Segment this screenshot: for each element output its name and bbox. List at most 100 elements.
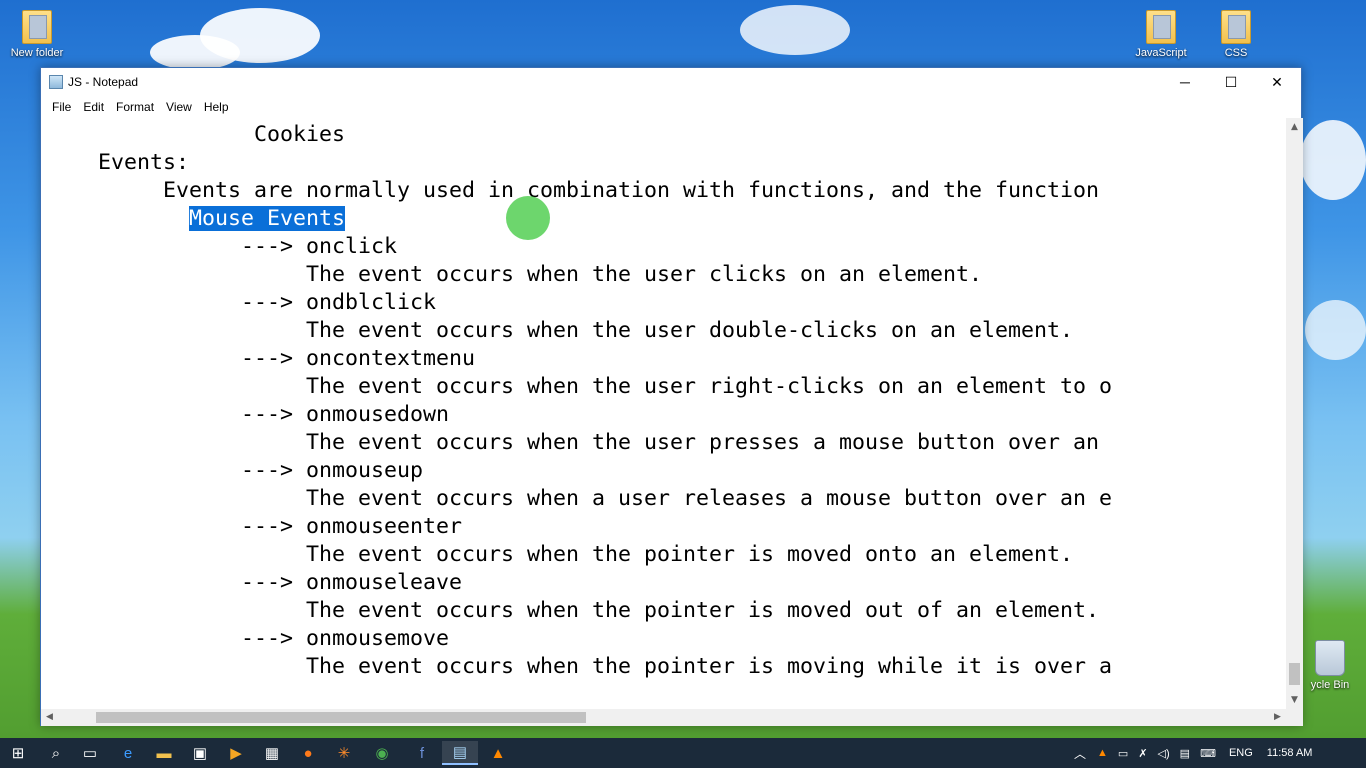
store-icon: ▣ [192, 745, 208, 762]
desktop-icon-recycle-bin[interactable]: ycle Bin [1300, 640, 1360, 691]
editor-line: ---> oncontextmenu [46, 346, 476, 371]
taskbar-app[interactable]: ✳ [326, 741, 362, 765]
menu-format[interactable]: Format [110, 100, 160, 114]
text-editor[interactable]: Cookies Events: Events are normally used… [41, 118, 1286, 709]
taskbar-notepad[interactable]: ▤ [442, 741, 478, 765]
show-hidden-icons-icon[interactable]: ︿ [1074, 745, 1086, 762]
editor-line: ---> onmouseup [46, 458, 424, 483]
edge-icon: e [123, 744, 133, 762]
minimize-button[interactable]: ─ [1162, 68, 1208, 96]
volume-icon[interactable]: ◁) [1158, 747, 1170, 760]
editor-line: The event occurs when the pointer is mov… [46, 654, 1113, 679]
editor-line: The event occurs when the pointer is mov… [46, 598, 1100, 623]
language-indicator[interactable]: ENG [1229, 747, 1253, 759]
horizontal-scroll-thumb[interactable] [96, 712, 586, 723]
taskbar-chrome[interactable]: ◉ [364, 741, 400, 765]
editor-line: Events are normally used in combination … [46, 178, 1100, 203]
folder-icon [1146, 10, 1176, 44]
folder-icon: ▬ [156, 744, 172, 762]
editor-line: Mouse Events [46, 205, 346, 233]
firefox-icon: ● [303, 744, 313, 762]
desktop-icon-label: ycle Bin [1310, 679, 1350, 691]
folder-icon [1221, 10, 1251, 44]
menu-view[interactable]: View [160, 100, 198, 114]
editor-line: The event occurs when the pointer is mov… [46, 542, 1074, 567]
taskbar-facebook[interactable]: f [404, 741, 440, 765]
close-button[interactable]: ✕ [1254, 68, 1300, 96]
editor-line: The event occurs when a user releases a … [46, 486, 1113, 511]
mouse-cursor-highlight [506, 196, 550, 240]
maximize-icon: ☐ [1224, 73, 1238, 90]
menu-help[interactable]: Help [198, 100, 235, 114]
editor-line: The event occurs when the user right-cli… [46, 374, 1113, 399]
editor-line: The event occurs when the user clicks on… [46, 262, 983, 287]
taskbar-file-explorer[interactable]: ▬ [146, 741, 182, 765]
window-title: JS - Notepad [68, 75, 139, 89]
minimize-icon: ─ [1180, 74, 1190, 90]
scroll-up-icon[interactable]: ▲ [1286, 122, 1303, 132]
desktop-icon-label: New folder [10, 47, 64, 59]
horizontal-scrollbar[interactable]: ◀ ▶ [41, 709, 1286, 726]
recycle-bin-icon [1315, 640, 1345, 676]
network-icon[interactable]: ✗ [1138, 747, 1147, 760]
desktop-icon-css[interactable]: CSS [1200, 10, 1272, 59]
notifications-icon[interactable]: ▤ [1180, 747, 1190, 760]
scroll-down-icon[interactable]: ▼ [1286, 695, 1303, 705]
editor-line: ---> onmouseenter [46, 514, 463, 539]
desktop-icon-new-folder[interactable]: New folder [1, 10, 73, 59]
vertical-scrollbar[interactable]: ▲ ▼ [1286, 118, 1303, 709]
taskbar: ⊞ ⌕ ▭ e ▬ ▣ ▶ ▦ ● ✳ ◉ f ▤ ▲ ︿ ▲ ▭ ✗ ◁) ▤… [0, 738, 1366, 768]
scroll-left-icon[interactable]: ◀ [41, 712, 58, 722]
editor-line: ---> onmousedown [46, 402, 450, 427]
search-icon: ⌕ [51, 744, 61, 762]
vertical-scroll-thumb[interactable] [1289, 663, 1300, 685]
vlc-tray-icon[interactable]: ▲ [1097, 747, 1108, 759]
taskbar-store[interactable]: ▣ [182, 741, 218, 765]
start-button[interactable]: ⊞ [0, 741, 36, 765]
close-icon: ✕ [1271, 73, 1283, 90]
taskbar-edge[interactable]: e [110, 741, 146, 765]
taskbar-media-player[interactable]: ▶ [218, 741, 254, 765]
desktop-icon-javascript[interactable]: JavaScript [1125, 10, 1197, 59]
clock[interactable]: 11:58 AM [1267, 747, 1313, 759]
vlc-icon: ▲ [490, 744, 506, 762]
windows-logo-icon: ⊞ [11, 745, 25, 762]
editor-line: Events: [46, 150, 190, 175]
menu-bar: File Edit Format View Help [41, 96, 1301, 118]
desktop-icon-label: CSS [1224, 47, 1248, 59]
search-button[interactable]: ⌕ [38, 741, 74, 765]
editor-line: The event occurs when the user presses a… [46, 430, 1100, 455]
system-tray: ︿ ▲ ▭ ✗ ◁) ▤ ⌨ ENG 11:58 AM [1068, 738, 1318, 768]
folder-icon [22, 10, 52, 44]
maximize-button[interactable]: ☐ [1208, 68, 1254, 96]
notepad-window: JS - Notepad ─ ☐ ✕ File Edit Format View… [40, 67, 1303, 726]
editor-line: ---> ondblclick [46, 290, 437, 315]
title-bar[interactable]: JS - Notepad ─ ☐ ✕ [41, 68, 1301, 96]
cloud-decoration [1305, 300, 1366, 360]
editor-line: Cookies [46, 122, 346, 147]
notepad-icon: ▤ [452, 744, 468, 761]
menu-file[interactable]: File [46, 100, 77, 114]
cloud-decoration [740, 5, 850, 55]
spark-icon: ✳ [337, 745, 351, 762]
battery-icon[interactable]: ▭ [1118, 747, 1128, 760]
keyboard-icon[interactable]: ⌨ [1200, 747, 1216, 760]
media-player-icon: ▶ [230, 745, 242, 762]
facebook-icon: f [419, 744, 425, 762]
editor-line: ---> onmousemove [46, 626, 450, 651]
task-view-button[interactable]: ▭ [72, 741, 108, 765]
desktop-icon-label: JavaScript [1135, 47, 1187, 59]
text-selection: Mouse Events [189, 206, 346, 231]
menu-edit[interactable]: Edit [77, 100, 110, 114]
taskbar-vlc[interactable]: ▲ [480, 741, 516, 765]
scrollbar-corner [1286, 709, 1303, 726]
cloud-decoration [1300, 120, 1366, 200]
taskbar-app[interactable]: ▦ [254, 741, 290, 765]
taskbar-firefox[interactable]: ● [290, 741, 326, 765]
notepad-app-icon [49, 75, 63, 89]
scroll-right-icon[interactable]: ▶ [1269, 712, 1286, 722]
film-icon: ▦ [264, 745, 280, 762]
editor-line: ---> onclick [46, 234, 398, 259]
cloud-decoration [150, 35, 240, 70]
editor-line: ---> onmouseleave [46, 570, 463, 595]
